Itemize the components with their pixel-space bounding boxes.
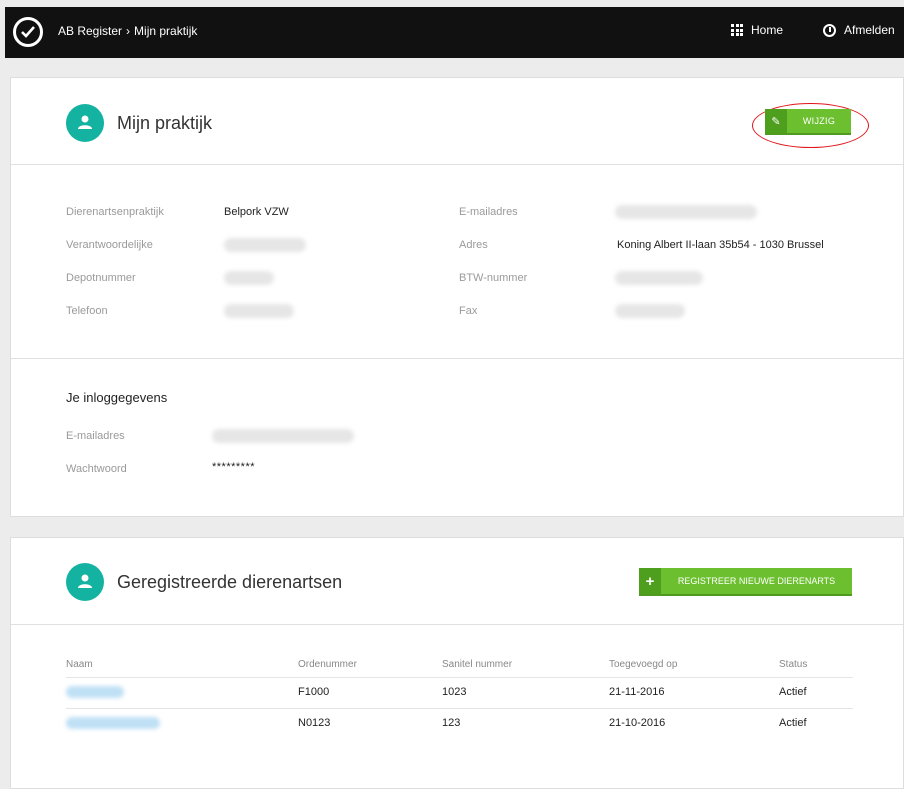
login-heading: Je inloggegevens [66, 390, 168, 405]
vet-name-link-redacted[interactable] [66, 717, 160, 729]
vet-name-link-redacted[interactable] [66, 686, 124, 698]
column-header: Status [779, 659, 808, 670]
responsible-label: Verantwoordelijke [66, 239, 153, 251]
vat-label: BTW-nummer [459, 272, 528, 284]
responsible-redacted [224, 238, 306, 252]
depot-redacted [224, 271, 274, 285]
user-avatar-icon [66, 563, 104, 601]
order-number: N0123 [298, 717, 331, 729]
column-header: Ordenummer [298, 659, 357, 670]
status: Actief [779, 717, 807, 729]
breadcrumb-separator: › [126, 24, 131, 38]
added-date: 21-10-2016 [609, 717, 666, 729]
logout-label: Afmelden [844, 23, 895, 37]
phone-label: Telefoon [66, 305, 108, 317]
pencil-icon: ✎ [765, 109, 787, 133]
fax-redacted [615, 304, 685, 318]
order-number: F1000 [298, 686, 330, 698]
column-header: Sanitel nummer [442, 659, 513, 670]
practice-value: Belpork VZW [224, 206, 289, 218]
user-avatar-icon [66, 104, 104, 142]
added-date: 21-11-2016 [609, 686, 665, 698]
edit-button[interactable]: ✎ WIJZIG [765, 109, 851, 135]
address-label: Adres [459, 239, 488, 251]
divider [11, 358, 903, 359]
column-header: Toegevoegd op [609, 659, 678, 670]
vets-title: Geregistreerde dierenartsen [117, 572, 343, 592]
home-label: Home [751, 23, 784, 37]
home-link[interactable]: Home [731, 23, 783, 37]
login-email-label: E-mailadres [66, 430, 125, 442]
password-value: ********* [212, 461, 256, 473]
vat-redacted [615, 271, 703, 285]
sanitel-number: 1023 [442, 686, 467, 698]
phone-redacted [224, 304, 294, 318]
logout-link[interactable]: Afmelden [823, 23, 895, 37]
vets-card: Geregistreerde dierenartsen + REGISTREER… [10, 537, 904, 789]
login-email-redacted [212, 429, 354, 443]
status: Actief [779, 686, 807, 698]
fax-label: Fax [459, 305, 478, 317]
breadcrumb-app[interactable]: AB Register [58, 24, 122, 38]
practice-label: Dierenartsenpraktijk [66, 206, 164, 218]
top-navbar: AB Register › Mijn praktijk Home Afmelden [5, 7, 904, 58]
divider [11, 164, 903, 165]
power-icon [823, 23, 836, 37]
practice-card: Mijn praktijk ✎ WIJZIG Dierenartsenprakt… [10, 77, 904, 517]
sanitel-number: 123 [442, 717, 461, 729]
email-label: E-mailadres [459, 206, 518, 218]
divider [11, 624, 903, 625]
plus-icon: + [639, 568, 661, 594]
checkmark-logo-icon[interactable] [13, 17, 43, 47]
edit-button-label: WIJZIG [802, 116, 836, 126]
breadcrumb-current: Mijn praktijk [134, 24, 198, 38]
depot-label: Depotnummer [66, 272, 136, 284]
email-redacted [615, 205, 757, 219]
address-value: Koning Albert II-laan 35b54 - 1030 Bruss… [617, 239, 824, 251]
row-divider [66, 708, 853, 709]
breadcrumb: AB Register › Mijn praktijk [58, 24, 197, 38]
column-header: Naam [66, 659, 93, 670]
register-vet-button[interactable]: + REGISTREER NIEUWE DIERENARTS [639, 568, 852, 596]
password-label: Wachtwoord [66, 463, 127, 475]
grid-icon [731, 24, 743, 36]
practice-title: Mijn praktijk [117, 113, 213, 133]
row-divider [66, 677, 853, 678]
register-vet-label: REGISTREER NIEUWE DIERENARTS [677, 576, 836, 586]
